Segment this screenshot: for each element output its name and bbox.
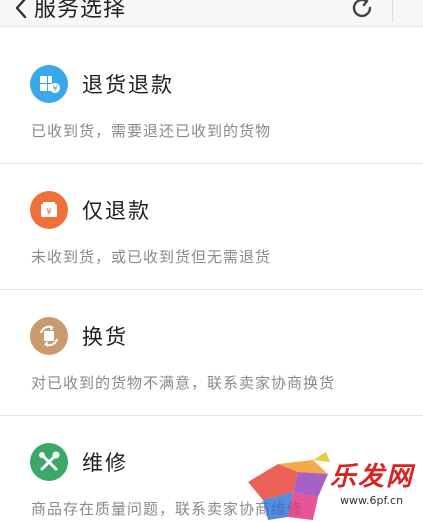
option-icon-badge: ¥ (30, 65, 68, 103)
option-title: 退货退款 (82, 73, 174, 97)
option-icon-badge (30, 317, 68, 355)
option-description: 对已收到的货物不满意，联系卖家协商换货 (31, 374, 336, 392)
option-return-refund[interactable]: ¥ 退货退款 已收到货，需要退还已收到的货物 (0, 38, 423, 164)
option-icon-badge (30, 443, 68, 481)
option-exchange[interactable]: 换货 对已收到的货物不满意，联系卖家协商换货 (0, 290, 423, 416)
repair-tools-icon (39, 451, 60, 471)
option-title: 仅退款 (82, 199, 151, 223)
service-selection-screen: 服务选择 ¥ 退货退款 已收到货，需要退还已收到的货物 ¥ 仅退款 未收到货，或… (0, 0, 423, 522)
header-bar: 服务选择 (0, 0, 423, 27)
refund-only-icon: ¥ (41, 202, 57, 218)
option-refund-only[interactable]: ¥ 仅退款 未收到货，或已收到货但无需退货 (0, 164, 423, 290)
svg-text:¥: ¥ (52, 84, 57, 93)
refresh-icon (352, 0, 372, 18)
refresh-button[interactable] (348, 0, 376, 22)
exchange-icon (40, 325, 58, 347)
option-description: 未收到货，或已收到货但无需退货 (31, 248, 272, 266)
return-refund-icon: ¥ (40, 76, 60, 93)
svg-text:¥: ¥ (46, 208, 52, 218)
watermark-url: www.6pf.cn (340, 494, 404, 507)
option-title: 换货 (82, 325, 128, 349)
chevron-left-icon (15, 0, 27, 19)
option-title: 维修 (82, 451, 128, 475)
page-title: 服务选择 (34, 0, 127, 22)
back-button[interactable] (12, 0, 30, 22)
watermark-text: 乐发网 (330, 462, 415, 492)
header-separator (392, 0, 393, 22)
option-description: 已收到货，需要退还已收到的货物 (31, 122, 272, 140)
option-icon-badge: ¥ (30, 191, 68, 229)
